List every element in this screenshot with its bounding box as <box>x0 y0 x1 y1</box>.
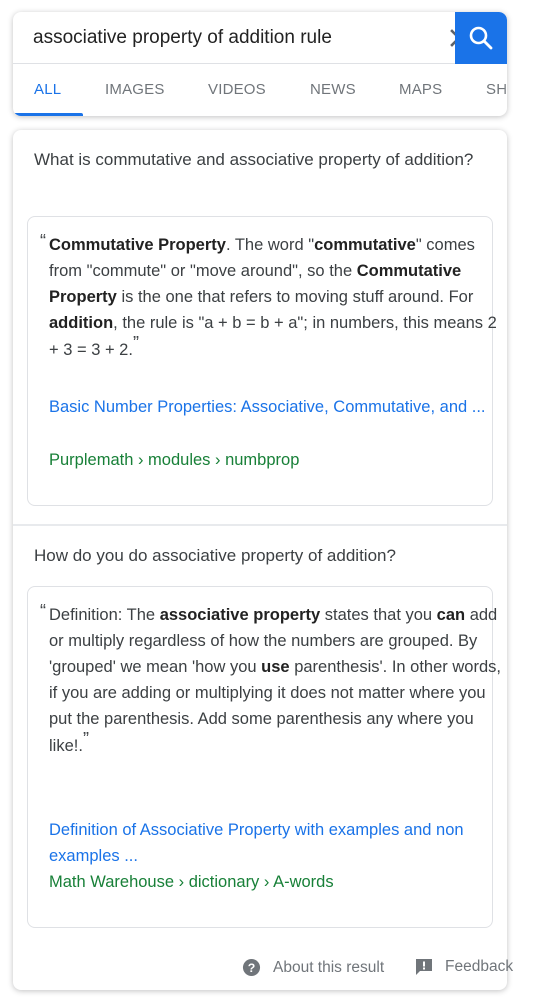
answer-text-run: is the one that refers to moving stuff a… <box>116 288 474 306</box>
answer-snippet: “ Definition: The associative property s… <box>40 601 504 759</box>
answer-text-run: Definition: The <box>49 606 160 624</box>
tab-all[interactable]: ALL <box>34 64 61 116</box>
answer-snippet: “ Commutative Property. The word "commut… <box>40 231 504 363</box>
close-quote: ” <box>82 729 89 749</box>
open-quote: “ <box>40 601 46 621</box>
answer-text-run: , the rule is "a + b = b + a"; in number… <box>49 314 497 359</box>
search-card: ALL IMAGES VIDEOS NEWS MAPS SHOPPING <box>13 12 507 116</box>
about-this-result-label: About this result <box>273 958 385 976</box>
tab-maps[interactable]: MAPS <box>399 64 442 116</box>
answer-bold-term: use <box>261 658 290 676</box>
source-url: Purplemath › modules › numbprop <box>49 451 300 469</box>
about-this-result-button[interactable]: ? About this result <box>242 958 384 977</box>
source-link-title[interactable]: Basic Number Properties: Associative, Co… <box>49 394 499 420</box>
tab-images[interactable]: IMAGES <box>105 64 165 116</box>
answer-bold-term: Commutative Property <box>49 236 226 254</box>
source-link-title[interactable]: Definition of Associative Property with … <box>49 817 499 869</box>
feedback-label: Feedback <box>445 958 514 975</box>
divider <box>13 524 507 526</box>
tab-news[interactable]: NEWS <box>310 64 356 116</box>
answer-bold-term: addition <box>49 314 114 332</box>
active-tab-indicator <box>13 113 83 116</box>
help-circle-icon: ? <box>242 958 261 977</box>
answer-bold-term: commutative <box>314 236 416 254</box>
feedback-button[interactable]: Feedback <box>415 958 513 976</box>
answer-bold-term: associative property <box>159 606 321 624</box>
svg-text:?: ? <box>248 961 256 975</box>
feedback-icon <box>415 958 433 976</box>
question-title[interactable]: What is commutative and associative prop… <box>34 147 474 173</box>
answer-box: “ Definition: The associative property s… <box>27 586 501 928</box>
search-button[interactable] <box>455 12 507 64</box>
answer-bold-term: can <box>436 606 466 624</box>
source-url: Math Warehouse › dictionary › A-words <box>49 873 334 891</box>
answer-text-run: . The word " <box>225 236 315 254</box>
people-also-ask-card: What is commutative and associative prop… <box>13 130 513 990</box>
tab-shopping[interactable]: SHOPPING <box>486 64 507 116</box>
answer-text: Commutative Property. The word "commutat… <box>49 236 497 359</box>
answer-text: Definition: The associative property sta… <box>49 606 501 755</box>
search-input[interactable] <box>33 12 433 64</box>
search-bar <box>13 12 507 64</box>
question-title[interactable]: How do you do associative property of ad… <box>34 543 474 569</box>
search-icon <box>469 26 493 50</box>
answer-box: “ Commutative Property. The word "commut… <box>27 216 497 506</box>
answer-text-run: states that you <box>320 606 437 624</box>
close-quote: ” <box>132 333 139 353</box>
tab-videos[interactable]: VIDEOS <box>208 64 266 116</box>
search-tabs: ALL IMAGES VIDEOS NEWS MAPS SHOPPING <box>13 64 507 116</box>
open-quote: “ <box>40 231 46 251</box>
